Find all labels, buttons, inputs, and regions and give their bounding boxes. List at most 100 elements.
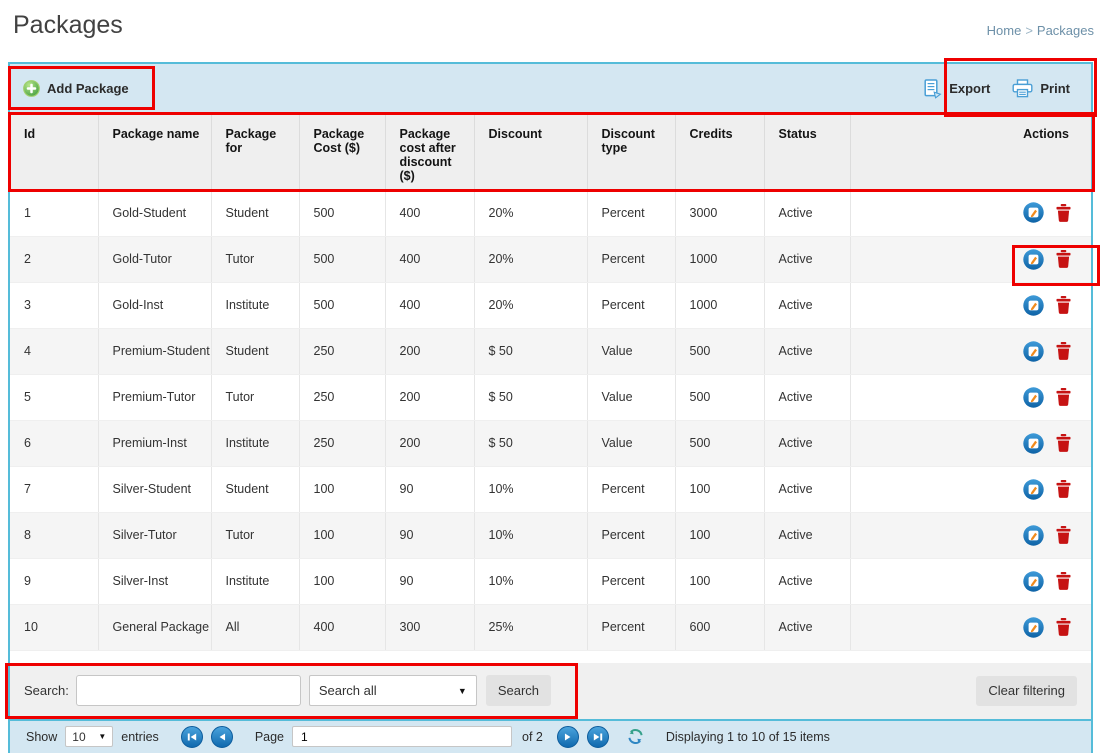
delete-button[interactable] bbox=[1056, 572, 1071, 590]
cell-discount: 10% bbox=[474, 512, 587, 558]
trash-icon bbox=[1056, 204, 1071, 222]
first-page-button[interactable] bbox=[181, 726, 203, 748]
cell-actions bbox=[850, 604, 1091, 650]
refresh-button[interactable] bbox=[627, 728, 644, 745]
column-header-status: Status bbox=[764, 113, 850, 190]
page-label: Page bbox=[255, 730, 284, 744]
export-button[interactable]: Export bbox=[924, 79, 990, 99]
breadcrumb-separator: > bbox=[1025, 23, 1033, 38]
delete-button[interactable] bbox=[1056, 434, 1071, 452]
add-icon bbox=[23, 80, 40, 97]
trash-icon bbox=[1056, 296, 1071, 314]
edit-icon bbox=[1023, 295, 1044, 316]
edit-icon bbox=[1023, 433, 1044, 454]
cell-status: Active bbox=[764, 328, 850, 374]
entries-select[interactable]: 10 ▼ bbox=[65, 726, 113, 747]
cell-package-for: Tutor bbox=[211, 236, 299, 282]
next-page-button[interactable] bbox=[557, 726, 579, 748]
page-input[interactable] bbox=[292, 726, 512, 747]
edit-button[interactable] bbox=[1023, 295, 1044, 316]
export-label: Export bbox=[949, 81, 990, 96]
cell-id: 7 bbox=[10, 466, 98, 512]
cell-actions bbox=[850, 282, 1091, 328]
delete-button[interactable] bbox=[1056, 618, 1071, 636]
table-row: 6 Premium-Inst Institute 250 200 $ 50 Va… bbox=[10, 420, 1091, 466]
breadcrumb-home-link[interactable]: Home bbox=[987, 23, 1022, 38]
cell-package-for: Institute bbox=[211, 282, 299, 328]
cell-status: Active bbox=[764, 190, 850, 236]
delete-button[interactable] bbox=[1056, 296, 1071, 314]
cell-credits: 100 bbox=[675, 512, 764, 558]
edit-button[interactable] bbox=[1023, 341, 1044, 362]
edit-button[interactable] bbox=[1023, 387, 1044, 408]
edit-button[interactable] bbox=[1023, 571, 1044, 592]
delete-button[interactable] bbox=[1056, 204, 1071, 222]
cell-status: Active bbox=[764, 604, 850, 650]
search-button[interactable]: Search bbox=[486, 675, 551, 706]
edit-button[interactable] bbox=[1023, 249, 1044, 270]
search-input[interactable] bbox=[76, 675, 301, 706]
table-row: 7 Silver-Student Student 100 90 10% Perc… bbox=[10, 466, 1091, 512]
toolbar-right-group: Export Print bbox=[924, 79, 1078, 99]
cell-package-for: Student bbox=[211, 466, 299, 512]
cell-status: Active bbox=[764, 420, 850, 466]
search-filter-select[interactable]: Search all ▼ bbox=[309, 675, 477, 706]
trash-icon bbox=[1056, 434, 1071, 452]
edit-button[interactable] bbox=[1023, 202, 1044, 223]
table-row: 10 General Package All 400 300 25% Perce… bbox=[10, 604, 1091, 650]
cell-cost-after: 300 bbox=[385, 604, 474, 650]
of-total-label: of 2 bbox=[522, 730, 543, 744]
edit-button[interactable] bbox=[1023, 617, 1044, 638]
cell-discount: 20% bbox=[474, 236, 587, 282]
cell-status: Active bbox=[764, 236, 850, 282]
cell-discount-type: Percent bbox=[587, 282, 675, 328]
edit-button[interactable] bbox=[1023, 433, 1044, 454]
cell-status: Active bbox=[764, 512, 850, 558]
cell-credits: 600 bbox=[675, 604, 764, 650]
cell-package-for: All bbox=[211, 604, 299, 650]
last-page-button[interactable] bbox=[587, 726, 609, 748]
cell-actions bbox=[850, 558, 1091, 604]
clear-filtering-button[interactable]: Clear filtering bbox=[976, 676, 1077, 706]
edit-button[interactable] bbox=[1023, 479, 1044, 500]
cell-id: 9 bbox=[10, 558, 98, 604]
prev-page-button[interactable] bbox=[211, 726, 233, 748]
search-filter-value: Search all bbox=[319, 683, 377, 698]
column-header-discount-type: Discount type bbox=[587, 113, 675, 190]
add-package-button[interactable]: Add Package bbox=[23, 80, 129, 97]
trash-icon bbox=[1056, 342, 1071, 360]
cell-discount: $ 50 bbox=[474, 420, 587, 466]
pagination-status: Displaying 1 to 10 of 15 items bbox=[666, 730, 830, 744]
delete-button[interactable] bbox=[1056, 526, 1071, 544]
first-page-icon bbox=[185, 730, 199, 744]
table-row: 1 Gold-Student Student 500 400 20% Perce… bbox=[10, 190, 1091, 236]
cell-discount: 25% bbox=[474, 604, 587, 650]
table-row: 3 Gold-Inst Institute 500 400 20% Percen… bbox=[10, 282, 1091, 328]
cell-package-for: Student bbox=[211, 328, 299, 374]
cell-discount: 20% bbox=[474, 282, 587, 328]
cell-cost: 100 bbox=[299, 466, 385, 512]
print-button[interactable]: Print bbox=[1012, 79, 1070, 98]
cell-cost-after: 400 bbox=[385, 236, 474, 282]
cell-actions bbox=[850, 420, 1091, 466]
delete-button[interactable] bbox=[1056, 480, 1071, 498]
edit-button[interactable] bbox=[1023, 525, 1044, 546]
breadcrumb-current: Packages bbox=[1037, 23, 1094, 38]
table-header-row: Id Package name Package for Package Cost… bbox=[10, 113, 1091, 190]
cell-package-for: Institute bbox=[211, 420, 299, 466]
trash-icon bbox=[1056, 526, 1071, 544]
delete-button[interactable] bbox=[1056, 250, 1071, 268]
cell-cost: 500 bbox=[299, 236, 385, 282]
next-page-icon bbox=[561, 730, 575, 744]
cell-package-name: General Package bbox=[98, 604, 211, 650]
delete-button[interactable] bbox=[1056, 342, 1071, 360]
cell-cost-after: 90 bbox=[385, 512, 474, 558]
delete-button[interactable] bbox=[1056, 388, 1071, 406]
cell-id: 6 bbox=[10, 420, 98, 466]
cell-credits: 3000 bbox=[675, 190, 764, 236]
cell-package-name: Premium-Tutor bbox=[98, 374, 211, 420]
cell-cost: 400 bbox=[299, 604, 385, 650]
prev-page-icon bbox=[215, 730, 229, 744]
cell-credits: 500 bbox=[675, 328, 764, 374]
cell-cost: 100 bbox=[299, 558, 385, 604]
